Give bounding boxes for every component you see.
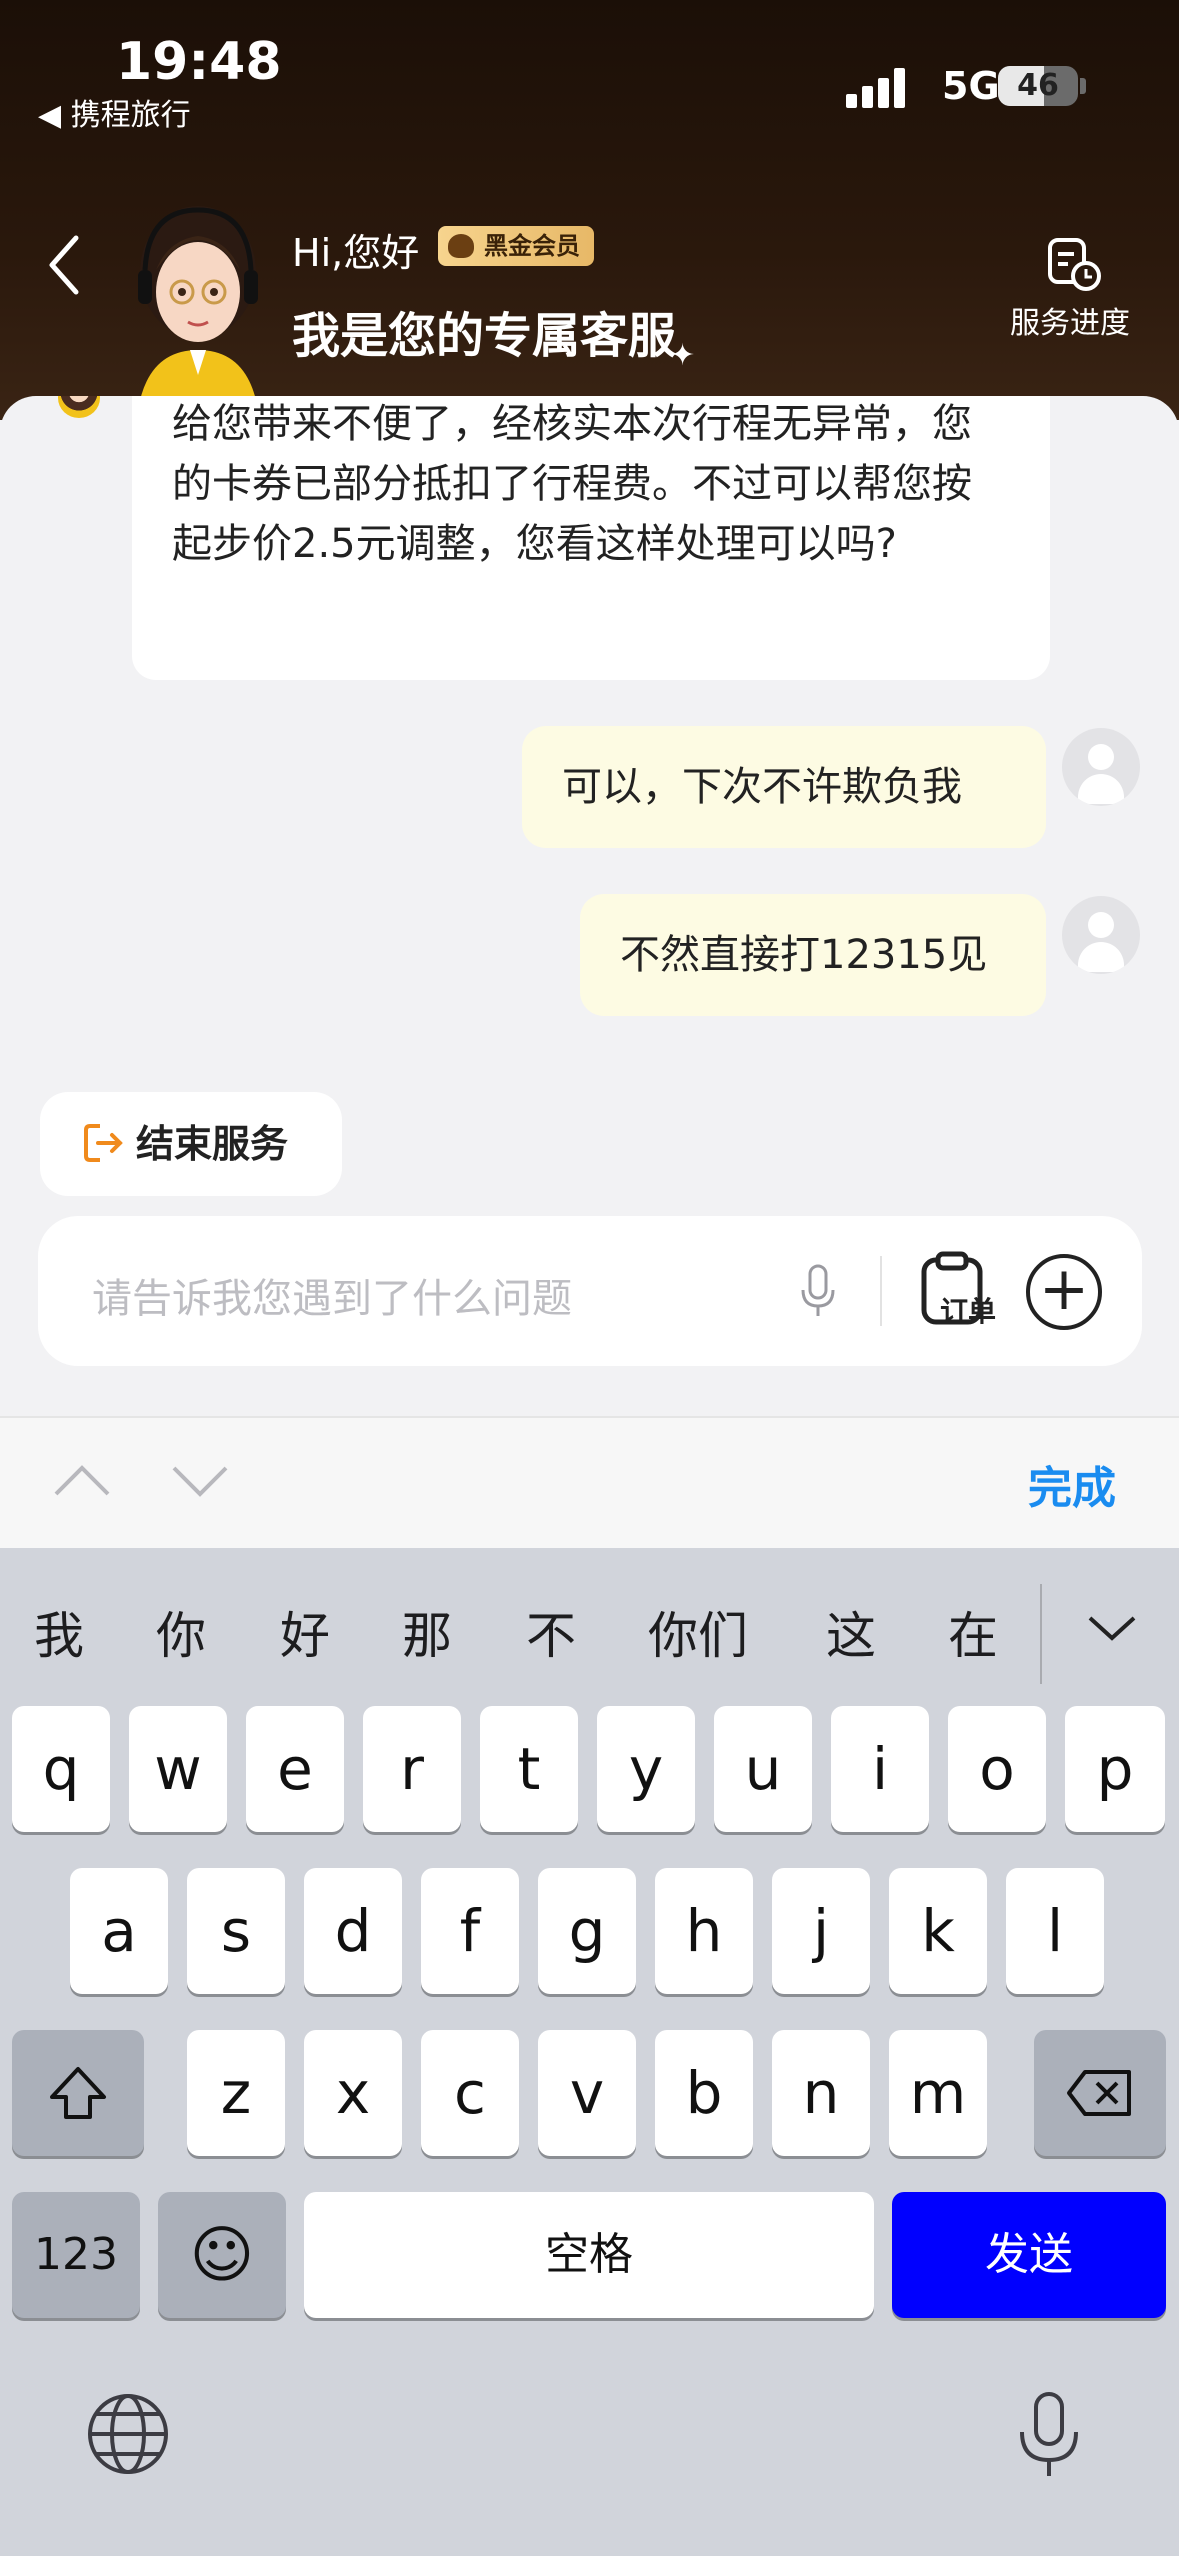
- user-avatar: [1062, 728, 1140, 806]
- user-avatar: [1062, 896, 1140, 974]
- space-key[interactable]: 空格: [304, 2192, 874, 2318]
- agent-message-bubble: 给您带来不便了，经核实本次行程无异常，您的卡券已部分抵扣了行程费。不过可以帮您按…: [132, 396, 1050, 680]
- message-input-placeholder[interactable]: 请告诉我您遇到了什么问题: [92, 1266, 572, 1324]
- key-s[interactable]: s: [187, 1868, 285, 1994]
- agent-mini-avatar: [58, 396, 100, 418]
- signal-icon: [846, 66, 906, 108]
- voice-input-icon[interactable]: [798, 1262, 838, 1322]
- chevron-up-icon[interactable]: [52, 1450, 112, 1510]
- candidate-word[interactable]: 那: [402, 1596, 452, 1668]
- battery-level: 46: [1017, 68, 1059, 103]
- backspace-key[interactable]: [1034, 2030, 1166, 2156]
- battery-tip: [1080, 78, 1086, 94]
- service-progress-icon[interactable]: [1046, 236, 1102, 292]
- key-v[interactable]: v: [538, 2030, 636, 2156]
- composer-divider: [880, 1256, 882, 1326]
- service-progress-label[interactable]: 服务进度: [1010, 298, 1130, 342]
- done-button[interactable]: 完成: [1028, 1452, 1116, 1516]
- greeting-text: Hi,您好: [292, 231, 420, 275]
- agent-avatar: [138, 206, 258, 410]
- user-message-bubble: 不然直接打12315见: [580, 894, 1046, 1016]
- backspace-icon: [1067, 2070, 1131, 2116]
- sparkle-icon: ✦: [670, 338, 696, 373]
- shift-icon: [50, 2067, 106, 2119]
- key-d[interactable]: d: [304, 1868, 402, 1994]
- key-t[interactable]: t: [480, 1706, 578, 1832]
- back-to-app-link[interactable]: ◀ 携程旅行: [38, 90, 191, 134]
- agent-title: 我是您的专属客服: [292, 308, 677, 364]
- key-y[interactable]: y: [597, 1706, 695, 1832]
- member-badge: 黑金会员: [438, 226, 594, 266]
- key-m[interactable]: m: [889, 2030, 987, 2156]
- candidate-word[interactable]: 你: [156, 1596, 206, 1668]
- key-c[interactable]: c: [421, 2030, 519, 2156]
- key-i[interactable]: i: [831, 1706, 929, 1832]
- battery-icon: 46: [998, 66, 1078, 106]
- chat-area[interactable]: 给您带来不便了，经核实本次行程无异常，您的卡券已部分抵扣了行程费。不过可以帮您按…: [0, 396, 1179, 1096]
- plus-button[interactable]: +: [1026, 1254, 1102, 1330]
- key-j[interactable]: j: [772, 1868, 870, 1994]
- user-message-bubble: 可以，下次不许欺负我: [522, 726, 1046, 848]
- network-type: 5G: [942, 64, 1000, 108]
- crown-icon: [448, 234, 474, 258]
- key-e[interactable]: e: [246, 1706, 344, 1832]
- key-q[interactable]: q: [12, 1706, 110, 1832]
- numbers-key[interactable]: 123: [12, 2192, 140, 2318]
- back-arrow-icon[interactable]: [40, 230, 90, 300]
- end-service-label: 结束服务: [136, 1122, 289, 1166]
- chevron-down-icon[interactable]: [170, 1450, 230, 1510]
- key-x[interactable]: x: [304, 2030, 402, 2156]
- key-l[interactable]: l: [1006, 1868, 1104, 1994]
- order-label[interactable]: 订单: [940, 1290, 996, 1330]
- key-f[interactable]: f: [421, 1868, 519, 1994]
- key-h[interactable]: h: [655, 1868, 753, 1994]
- status-time: 19:48: [116, 32, 282, 92]
- dictation-mic-icon[interactable]: [1014, 2390, 1084, 2480]
- key-u[interactable]: u: [714, 1706, 812, 1832]
- candidate-word[interactable]: 这: [826, 1596, 876, 1668]
- candidate-word[interactable]: 好: [280, 1596, 330, 1668]
- agent-message-text: 给您带来不便了，经核实本次行程无异常，您的卡券已部分抵扣了行程费。不过可以帮您按…: [172, 401, 972, 567]
- end-service-button[interactable]: 结束服务: [40, 1092, 342, 1196]
- key-o[interactable]: o: [948, 1706, 1046, 1832]
- candidate-word[interactable]: 不: [526, 1596, 576, 1668]
- expand-candidates-icon[interactable]: [1084, 1604, 1140, 1652]
- key-z[interactable]: z: [187, 2030, 285, 2156]
- candidate-word[interactable]: 你们: [648, 1596, 748, 1668]
- key-w[interactable]: w: [129, 1706, 227, 1832]
- candidate-word[interactable]: 在: [948, 1596, 998, 1668]
- key-b[interactable]: b: [655, 2030, 753, 2156]
- key-a[interactable]: a: [70, 1868, 168, 1994]
- key-r[interactable]: r: [363, 1706, 461, 1832]
- member-badge-label: 黑金会员: [484, 232, 580, 260]
- key-n[interactable]: n: [772, 2030, 870, 2156]
- emoji-key[interactable]: ☺: [158, 2192, 286, 2318]
- key-k[interactable]: k: [889, 1868, 987, 1994]
- shift-key[interactable]: [12, 2030, 144, 2156]
- candidate-divider: [1040, 1584, 1042, 1684]
- send-key[interactable]: 发送: [892, 2192, 1166, 2318]
- candidate-word[interactable]: 我: [34, 1596, 84, 1668]
- globe-icon[interactable]: [86, 2392, 170, 2476]
- exit-icon: [84, 1124, 123, 1162]
- key-g[interactable]: g: [538, 1868, 636, 1994]
- key-p[interactable]: p: [1065, 1706, 1165, 1832]
